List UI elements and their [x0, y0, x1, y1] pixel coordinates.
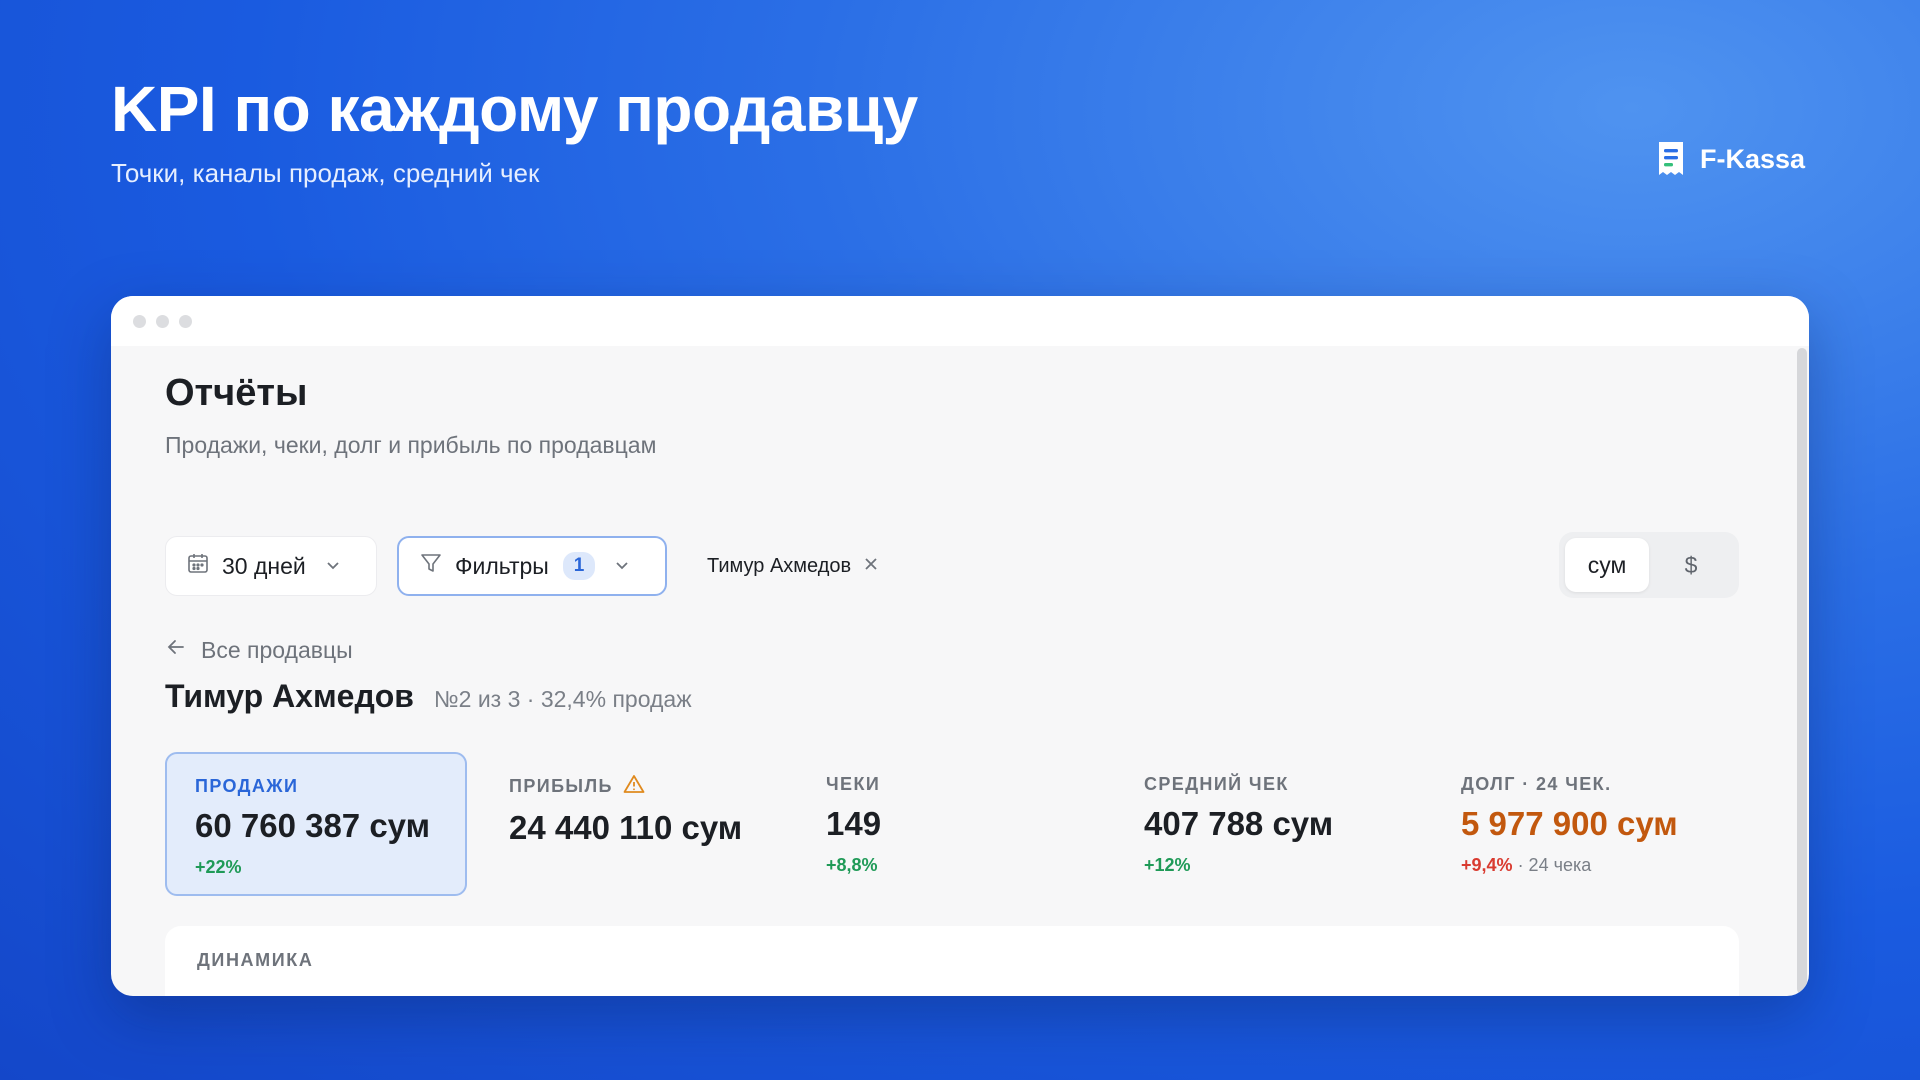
- kpi-value: 149: [826, 805, 882, 842]
- funnel-icon: [419, 551, 443, 581]
- window-close-dot[interactable]: [133, 314, 146, 328]
- kpi-value: 407 788 сум: [1144, 805, 1334, 842]
- seller-rank-meta: №2 из 3 · 32,4% продаж: [433, 686, 692, 712]
- kpi-label: ПРОДАЖИ: [195, 776, 299, 796]
- date-range-button[interactable]: 30 дней: [165, 536, 377, 596]
- kpi-label: СРЕДНИЙ ЧЕК: [1144, 774, 1289, 794]
- kpi-row: ПРОДАЖИ 60 760 387 сум +22% ПРИБЫЛЬ 24 4…: [165, 752, 1739, 896]
- kpi-value: 60 760 387 сум: [195, 807, 431, 844]
- brand-name: F-Kassa: [1700, 143, 1806, 174]
- filters-button[interactable]: Фильтры 1: [397, 536, 667, 596]
- filters-label: Фильтры: [455, 552, 549, 579]
- chevron-down-icon: [324, 553, 342, 580]
- window-titlebar: [111, 296, 1809, 346]
- kpi-card-profit[interactable]: ПРИБЫЛЬ 24 440 110 сум: [481, 752, 781, 896]
- filters-count-badge: 1: [562, 552, 596, 580]
- seller-filter-chip: Тимур Ахмедов: [707, 536, 879, 596]
- kpi-label: ЧЕКИ: [826, 774, 881, 794]
- kpi-card-debt[interactable]: ДОЛГ · 24 ЧЕК. 5 977 900 сум +9,4% · 24 …: [1433, 752, 1733, 896]
- window-maximize-dot[interactable]: [179, 314, 192, 328]
- page-subtitle: Продажи, чеки, долг и прибыль по продавц…: [165, 432, 657, 458]
- kpi-delta: +12%: [1144, 855, 1191, 875]
- dynamics-card: ДИНАМИКА: [165, 926, 1739, 996]
- kpi-label: ПРИБЫЛЬ: [509, 774, 753, 799]
- hero-subtitle: Точки, каналы продаж, средний чек: [111, 158, 540, 188]
- reports-content: Отчёты Продажи, чеки, долг и прибыль по …: [165, 346, 1739, 996]
- scrollbar[interactable]: [1797, 348, 1807, 994]
- currency-option-sum[interactable]: сум: [1565, 538, 1649, 592]
- back-to-sellers-link[interactable]: Все продавцы: [165, 636, 353, 664]
- app-window: Отчёты Продажи, чеки, долг и прибыль по …: [111, 296, 1809, 996]
- kpi-delta: +8,8%: [826, 855, 878, 875]
- kpi-card-receipts[interactable]: ЧЕКИ 149 +8,8%: [798, 752, 1098, 896]
- currency-option-usd[interactable]: $: [1649, 538, 1733, 592]
- date-range-label: 30 дней: [222, 552, 306, 579]
- kpi-card-average-check[interactable]: СРЕДНИЙ ЧЕК 407 788 сум +12%: [1116, 752, 1416, 896]
- currency-toggle: сум $: [1559, 532, 1739, 598]
- kpi-value: 5 977 900 сум: [1461, 805, 1678, 842]
- calendar-icon: [186, 551, 210, 581]
- window-minimize-dot[interactable]: [156, 314, 169, 328]
- chip-label: Тимур Ахмедов: [707, 554, 852, 577]
- dynamics-label: ДИНАМИКА: [197, 950, 314, 970]
- seller-name: Тимур Ахмедов: [165, 678, 414, 714]
- warning-icon: [623, 774, 645, 799]
- arrow-left-icon: [165, 636, 187, 664]
- close-icon[interactable]: [863, 555, 879, 578]
- page-title: Отчёты: [165, 372, 308, 414]
- kpi-delta: +22%: [195, 857, 242, 877]
- filter-toolbar: 30 дней Фильтры 1 Тимур Ахмедов сум $: [165, 532, 1739, 598]
- hero-title: KPI по каждому продавцу: [111, 73, 918, 145]
- kpi-extra: · 24 чека: [1517, 855, 1592, 875]
- kpi-value: 24 440 110 сум: [509, 809, 743, 846]
- kpi-delta: +9,4% · 24 чека: [1461, 855, 1592, 875]
- back-link-label: Все продавцы: [201, 636, 353, 663]
- seller-header: Тимур Ахмедов №2 из 3 · 32,4% продаж: [165, 678, 692, 715]
- brand: F-Kassa: [1656, 140, 1805, 178]
- kpi-label: ДОЛГ · 24 ЧЕК.: [1461, 774, 1612, 794]
- receipt-logo-icon: [1656, 140, 1686, 178]
- chevron-down-icon: [613, 553, 631, 580]
- kpi-card-sales[interactable]: ПРОДАЖИ 60 760 387 сум +22%: [165, 752, 467, 896]
